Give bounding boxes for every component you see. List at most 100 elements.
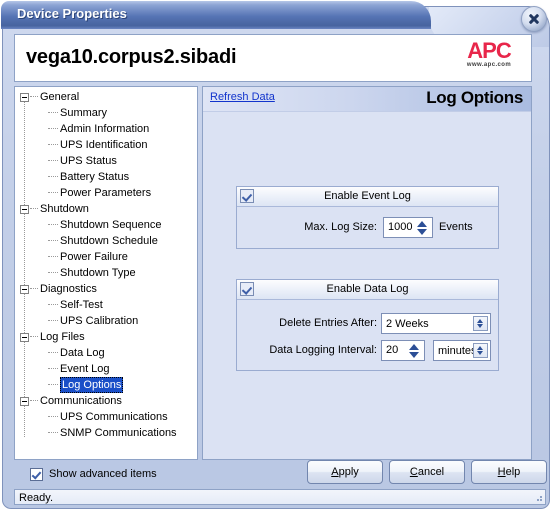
tree-item-self-test[interactable]: Self-Test	[15, 297, 197, 313]
tree-item-label: Log Options	[60, 377, 124, 393]
delete-entries-after-select[interactable]: 2 Weeks	[381, 313, 491, 334]
tree-item-label: UPS Status	[60, 155, 117, 167]
tree-connector	[30, 208, 38, 210]
tree-item-shutdown-type[interactable]: Shutdown Type	[15, 265, 197, 281]
enable-event-log-label: Enable Event Log	[324, 190, 411, 202]
event-log-group: Enable Event Log Max. Log Size: 1000 Eve…	[236, 186, 499, 249]
close-icon[interactable]	[521, 6, 547, 32]
tree-item-label: SNMP Communications	[60, 427, 177, 439]
tree-item-label: Power Parameters	[60, 187, 152, 199]
tree-item-general[interactable]: General	[15, 89, 197, 105]
cancel-button[interactable]: Cancel	[389, 460, 465, 484]
chevron-updown-icon-2[interactable]	[473, 343, 488, 358]
tree-item-label: Battery Status	[60, 171, 130, 183]
apc-logo: APC www.apc.com	[455, 38, 523, 70]
tree-item-data-log[interactable]: Data Log	[15, 345, 197, 361]
apply-button-label: Apply	[331, 466, 359, 478]
tree-item-battery-status[interactable]: Battery Status	[15, 169, 197, 185]
tree-connector	[48, 144, 58, 145]
tree-item-ups-identification[interactable]: UPS Identification	[15, 137, 197, 153]
tree-item-power-parameters[interactable]: Power Parameters	[15, 185, 197, 201]
tree-item-label: Shutdown Schedule	[60, 235, 158, 247]
tree-connector	[48, 176, 58, 177]
data-logging-interval-value: 20	[386, 344, 399, 356]
tree-item-log-files[interactable]: Log Files	[15, 329, 197, 345]
tree-connector	[30, 400, 38, 402]
cancel-button-label: Cancel	[409, 466, 445, 478]
tree-connector	[30, 96, 38, 98]
apply-button[interactable]: Apply	[307, 460, 383, 484]
tree-connector	[30, 288, 38, 290]
tree-expander-icon[interactable]	[20, 285, 29, 294]
data-logging-interval-stepper[interactable]: 20	[381, 340, 425, 361]
data-logging-interval-label: Data Logging Interval:	[269, 344, 377, 356]
help-button[interactable]: Help	[471, 460, 547, 484]
tree-item-label: Diagnostics	[40, 283, 97, 295]
tree-item-label: General	[40, 91, 80, 103]
tree-item-label: UPS Calibration	[60, 315, 139, 327]
tree-item-shutdown-schedule[interactable]: Shutdown Schedule	[15, 233, 197, 249]
navigation-tree[interactable]: General Summary Admin Information UPS Ident…	[14, 86, 198, 460]
page-title: vega10.corpus2.sibadi	[26, 46, 237, 68]
tree-inner: General Summary Admin Information UPS Ident…	[15, 87, 197, 439]
tree-item-summary[interactable]: Summary	[15, 105, 197, 121]
data-logging-interval-spin-arrows[interactable]	[408, 343, 421, 359]
apc-logo-mark: APC	[467, 38, 511, 63]
status-bar: Ready.	[14, 489, 546, 505]
tree-item-ups-communications[interactable]: UPS Communications	[15, 409, 197, 425]
tree-item-ups-calibration[interactable]: UPS Calibration	[15, 313, 197, 329]
max-log-size-stepper[interactable]: 1000	[383, 217, 433, 238]
tree-connector	[48, 432, 58, 433]
chevron-updown-icon[interactable]	[473, 316, 488, 331]
content-header: Refresh Data Log Options	[203, 87, 531, 112]
tree-connector	[48, 416, 58, 417]
enable-event-log-checkbox[interactable]	[240, 189, 254, 203]
tree-item-shutdown[interactable]: Shutdown	[15, 201, 197, 217]
status-text: Ready.	[19, 492, 54, 504]
data-logging-interval-units-select[interactable]: minutes	[433, 340, 491, 361]
tree-item-label: Self-Test	[60, 299, 103, 311]
tree-item-label: Summary	[60, 107, 108, 119]
tree-item-diagnostics[interactable]: Diagnostics	[15, 281, 197, 297]
max-log-size-label: Max. Log Size:	[304, 221, 377, 233]
tree-item-log-options[interactable]: Log Options	[15, 377, 197, 393]
tree-item-admin-information[interactable]: Admin Information	[15, 121, 197, 137]
tree-item-power-failure[interactable]: Power Failure	[15, 249, 197, 265]
max-log-size-value: 1000	[388, 221, 413, 233]
tree-item-shutdown-sequence[interactable]: Shutdown Sequence	[15, 217, 197, 233]
show-advanced-items-box[interactable]	[30, 468, 43, 481]
tree-item-ups-status[interactable]: UPS Status	[15, 153, 197, 169]
tree-expander-icon[interactable]	[20, 397, 29, 406]
enable-data-log-checkbox[interactable]	[240, 282, 254, 296]
tree-connector	[48, 304, 58, 305]
tree-expander-icon[interactable]	[20, 205, 29, 214]
device-properties-window: Device Properties vega10.corpus2.sibadi …	[0, 0, 558, 515]
tree-item-label: Shutdown Sequence	[60, 219, 162, 231]
device-header: vega10.corpus2.sibadi APC www.apc.com	[14, 34, 532, 82]
max-log-size-units: Events	[439, 221, 473, 233]
tree-connector	[30, 336, 38, 338]
refresh-data-link[interactable]: Refresh Data	[210, 91, 275, 103]
tree-connector	[48, 256, 58, 257]
tree-item-label: Shutdown Type	[60, 267, 136, 279]
tree-item-label: Admin Information	[60, 123, 150, 135]
resize-grip-icon	[537, 496, 542, 501]
tree-item-label: Communications	[40, 395, 122, 407]
delete-entries-after-label: Delete Entries After:	[279, 317, 377, 329]
title-bar: Device Properties	[1, 1, 431, 29]
max-log-size-spin-arrows[interactable]	[416, 220, 429, 236]
tree-connector	[48, 368, 58, 369]
tree-connector	[48, 352, 58, 353]
tree-expander-icon[interactable]	[20, 93, 29, 102]
tree-item-event-log[interactable]: Event Log	[15, 361, 197, 377]
tree-item-snmp-communications[interactable]: SNMP Communications	[15, 425, 197, 441]
data-log-group: Enable Data Log Delete Entries After: 2 …	[236, 279, 499, 371]
data-log-group-title: Enable Data Log	[237, 280, 498, 300]
delete-entries-after-value: 2 Weeks	[386, 318, 429, 330]
tree-connector	[48, 320, 58, 321]
tree-expander-icon[interactable]	[20, 333, 29, 342]
show-advanced-items-label: Show advanced items	[49, 468, 157, 480]
tree-item-label: Power Failure	[60, 251, 128, 263]
tree-item-communications[interactable]: Communications	[15, 393, 197, 409]
help-button-label: Help	[497, 466, 521, 478]
